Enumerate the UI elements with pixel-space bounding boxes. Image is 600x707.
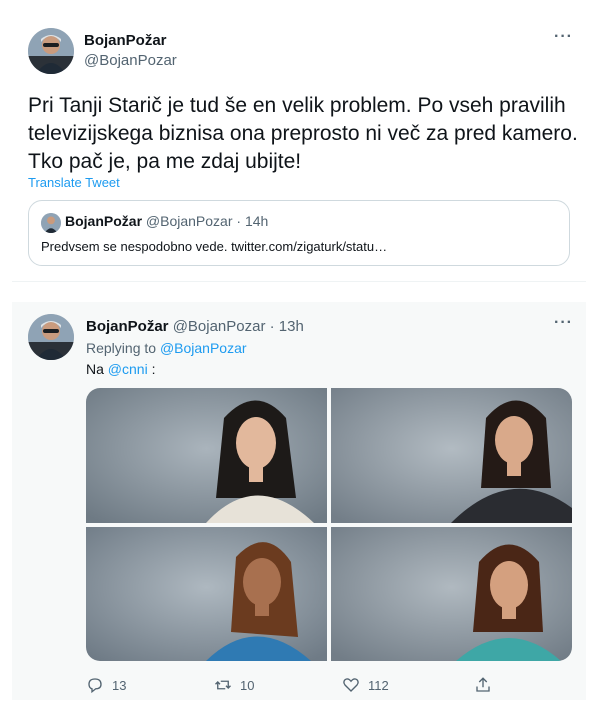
photo-4[interactable] (331, 527, 572, 661)
reply-tweet-time[interactable]: · 13h (270, 318, 304, 335)
replying-to-label: Replying to (86, 340, 157, 356)
quoted-tweet-text: Predvsem se nespodobno vede. twitter.com… (41, 239, 388, 254)
reply-author-avatar[interactable] (28, 314, 74, 360)
reply-button[interactable]: 13 (86, 674, 126, 696)
tweet-text: Pri Tanji Starič je tud še en velik prob… (28, 94, 578, 173)
author-name[interactable]: BojanPožar (84, 32, 167, 49)
mention-link[interactable]: @cnni (108, 361, 148, 377)
quoted-tweet-header: BojanPožar @BojanPozar · 14h (65, 213, 268, 229)
reply-author-handle[interactable]: @BojanPozar (173, 318, 266, 335)
like-icon (343, 678, 359, 692)
reply-text-suffix: : (151, 361, 156, 377)
reply-tweet-header: BojanPožar @BojanPozar · 13h (86, 318, 304, 335)
like-count: 112 (368, 677, 389, 693)
like-button[interactable]: 112 (342, 674, 389, 696)
author-handle[interactable]: @BojanPozar (84, 52, 177, 69)
reply-icon (88, 678, 102, 694)
share-icon (476, 677, 490, 692)
reply-tweet-text: Na @cnni : (86, 361, 155, 377)
author-avatar[interactable] (28, 28, 74, 74)
quoted-author-name: BojanPožar (65, 213, 143, 229)
quoted-author-avatar (41, 213, 61, 233)
photo-1[interactable] (86, 388, 327, 523)
retweet-count: 10 (240, 677, 255, 693)
reply-text-prefix: Na (86, 361, 104, 377)
quoted-tweet-time: · 14h (236, 213, 269, 229)
photo-3[interactable] (86, 527, 327, 661)
replying-to: Replying to @BojanPozar (86, 340, 247, 356)
reply-author-name[interactable]: BojanPožar (86, 318, 169, 335)
tweet-actions: 13 10 112 (86, 674, 506, 698)
retweet-button[interactable]: 10 (214, 674, 254, 696)
tweet-card[interactable]: BojanPožar @BojanPozar ··· Pri Tanji Sta… (12, 12, 586, 282)
more-horizontal-icon[interactable]: ··· (554, 28, 573, 46)
more-horizontal-icon[interactable]: ··· (554, 314, 573, 332)
photo-grid[interactable] (86, 388, 572, 661)
reply-count: 13 (112, 677, 127, 693)
share-button[interactable] (474, 674, 492, 696)
reply-tweet-card[interactable]: BojanPožar @BojanPozar · 13h ··· Replyin… (12, 302, 586, 700)
quoted-tweet[interactable]: BojanPožar @BojanPozar · 14h Predvsem se… (28, 200, 570, 266)
translate-tweet-link[interactable]: Translate Tweet (28, 175, 120, 190)
photo-2[interactable] (331, 388, 572, 523)
quoted-author-handle: @BojanPozar (145, 213, 233, 229)
retweet-icon (215, 680, 231, 690)
replying-to-link[interactable]: @BojanPozar (160, 340, 247, 356)
